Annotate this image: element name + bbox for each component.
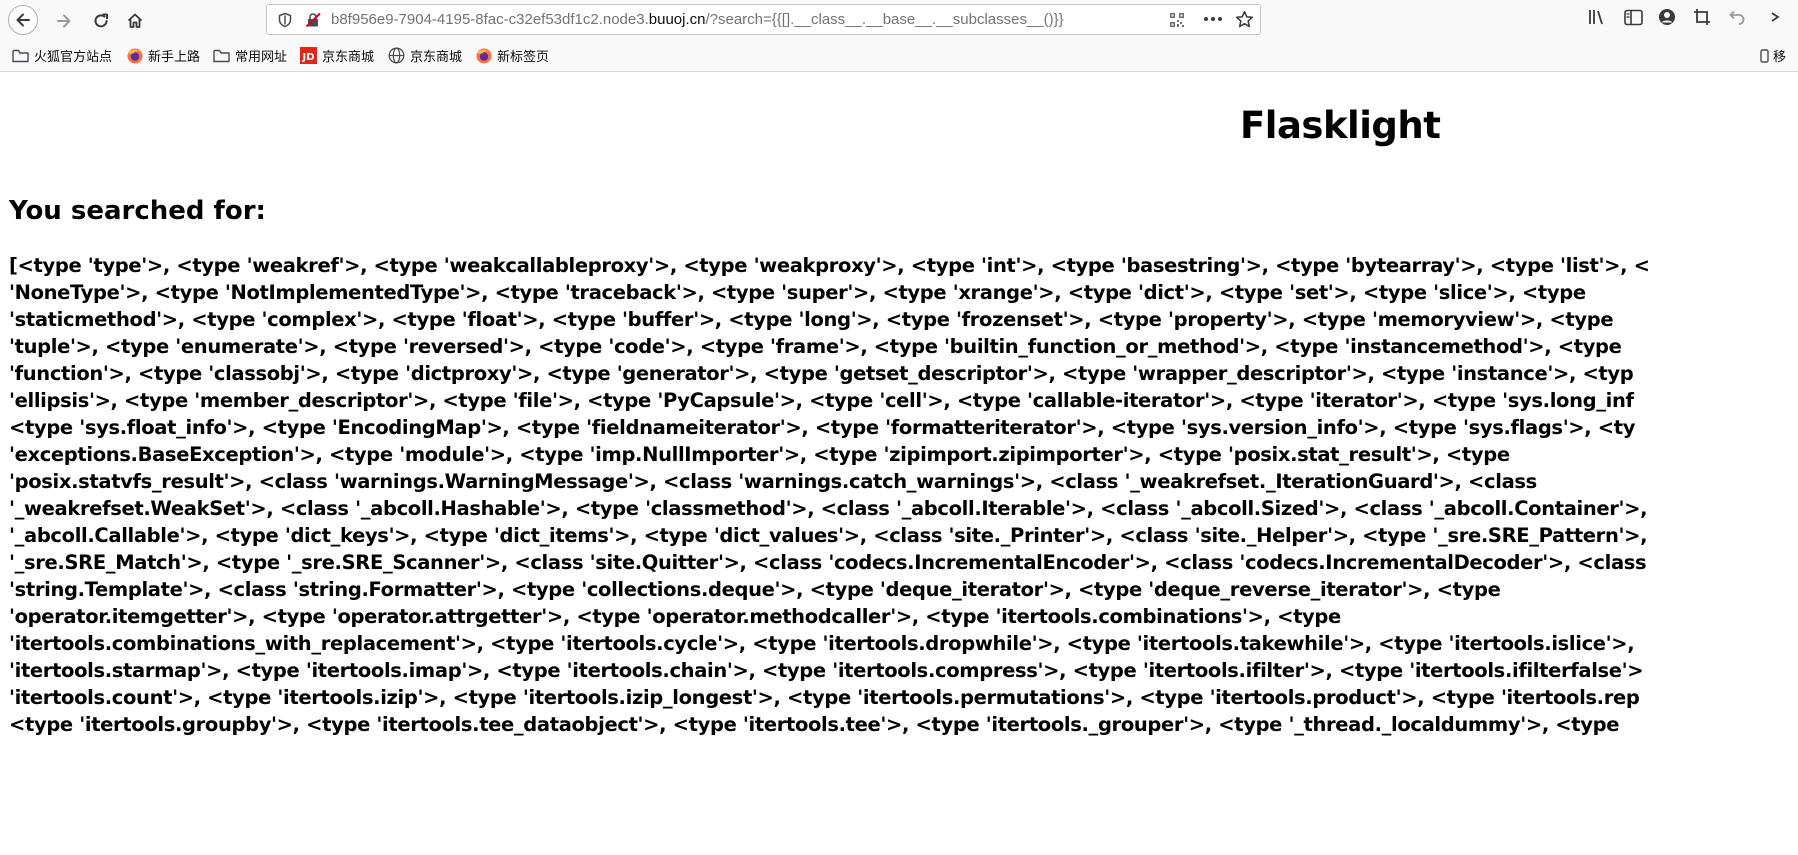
bookmark-item[interactable]: JD 京东商城	[300, 40, 374, 71]
bookmark-item[interactable]: 京东商城	[388, 40, 462, 71]
result-line: 'exceptions.BaseException'>, <type 'modu…	[9, 443, 1510, 466]
result-line: 'staticmethod'>, <type 'complex'>, <type…	[9, 308, 1614, 331]
star-icon[interactable]	[1235, 10, 1254, 33]
url-host: buuoj.cn	[648, 11, 706, 28]
screenshot-icon	[1693, 8, 1711, 30]
result-line: 'posix.statvfs_result'>, <class 'warning…	[9, 470, 1537, 493]
qr-code-icon[interactable]	[1169, 12, 1185, 32]
folder-icon	[213, 47, 230, 64]
search-results: [<type 'type'>, <type 'weakref'>, <type …	[9, 252, 1798, 855]
back-button[interactable]	[8, 5, 38, 35]
bookmark-item[interactable]: 新手上路	[126, 40, 200, 71]
reload-icon	[92, 12, 110, 30]
result-line: 'function'>, <type 'classobj'>, <type 'd…	[9, 362, 1634, 385]
bookmark-label: 新手上路	[148, 50, 201, 65]
bookmark-item[interactable]: 火狐官方站点	[12, 40, 112, 71]
result-line: '_weakrefset.WeakSet'>, <class '_abcoll.…	[9, 497, 1648, 520]
forward-arrow-icon	[55, 12, 73, 30]
folder-icon	[12, 47, 29, 64]
overflow-button[interactable]	[1765, 8, 1787, 30]
back-arrow-icon	[14, 11, 32, 29]
search-heading: You searched for:	[9, 196, 266, 226]
result-line: <type 'sys.float_info'>, <type 'Encoding…	[9, 416, 1636, 439]
result-line: 'NoneType'>, <type 'NotImplementedType'>…	[9, 281, 1586, 304]
undo-button[interactable]	[1726, 8, 1748, 30]
bookmark-label: 京东商城	[410, 50, 463, 65]
home-button[interactable]	[119, 5, 151, 37]
result-line: '_sre.SRE_Match'>, <type '_sre.SRE_Scann…	[9, 551, 1647, 574]
library-button[interactable]	[1587, 8, 1609, 30]
mobile-icon	[1760, 48, 1769, 63]
sidebar-button[interactable]	[1622, 8, 1644, 30]
bookmark-label: 京东商城	[322, 50, 375, 65]
bookmark-item[interactable]: 常用网址	[213, 40, 287, 71]
account-icon	[1658, 8, 1676, 30]
result-line: 'itertools.count'>, <type 'itertools.izi…	[9, 686, 1640, 709]
svg-text:JD: JD	[301, 52, 314, 63]
result-line: '_abcoll.Callable'>, <type 'dict_keys'>,…	[9, 524, 1648, 547]
browser-toolbar: b8f956e9-7904-4195-8fac-c32ef53df1c2.nod…	[0, 0, 1798, 40]
url-suffix: /?search={{[].__class__.__base__.__subcl…	[705, 11, 1064, 28]
bookmark-label: 常用网址	[235, 50, 288, 65]
forward-button[interactable]	[48, 5, 80, 37]
bookmark-label: 新标签页	[497, 50, 550, 65]
firefox-icon	[126, 47, 143, 64]
mobile-bookmarks-label: 移	[1773, 50, 1787, 65]
result-line: 'ellipsis'>, <type 'member_descriptor'>,…	[9, 389, 1634, 412]
page-title: Flasklight	[1240, 104, 1441, 147]
home-icon	[126, 12, 144, 30]
info-shield-icon[interactable]	[277, 12, 293, 32]
reload-button[interactable]	[85, 5, 117, 37]
bookmarks-toolbar: 火狐官方站点 新手上路 常用网址 JD 京东商城 京东商城 新标签页 移	[0, 40, 1798, 72]
result-line: 'itertools.starmap'>, <type 'itertools.i…	[9, 659, 1644, 682]
overflow-icon	[1769, 8, 1783, 30]
account-button[interactable]	[1656, 8, 1678, 30]
result-line: 'operator.itemgetter'>, <type 'operator.…	[9, 605, 1341, 628]
library-icon	[1588, 8, 1608, 30]
more-dots-icon[interactable]	[1203, 11, 1223, 31]
url-text[interactable]: b8f956e9-7904-4195-8fac-c32ef53df1c2.nod…	[331, 5, 1064, 34]
result-line: [<type 'type'>, <type 'weakref'>, <type …	[9, 254, 1650, 277]
result-line: 'tuple'>, <type 'enumerate'>, <type 'rev…	[9, 335, 1622, 358]
screenshot-button[interactable]	[1691, 8, 1713, 30]
mobile-bookmarks[interactable]: 移	[1760, 40, 1786, 71]
bookmark-item[interactable]: 新标签页	[475, 40, 549, 71]
address-bar[interactable]: b8f956e9-7904-4195-8fac-c32ef53df1c2.nod…	[266, 4, 1261, 35]
result-line: <type 'itertools.groupby'>, <type 'itert…	[9, 713, 1620, 736]
url-prefix: b8f956e9-7904-4195-8fac-c32ef53df1c2.nod…	[331, 11, 649, 28]
globe-icon	[388, 47, 405, 64]
result-line: 'string.Template'>, <class 'string.Forma…	[9, 578, 1501, 601]
jd-icon: JD	[300, 47, 317, 64]
result-line: 'itertools.combinations_with_replacement…	[9, 632, 1635, 655]
undo-icon	[1728, 8, 1746, 30]
sidebar-icon	[1623, 9, 1643, 30]
bookmark-label: 火狐官方站点	[34, 50, 113, 65]
insecure-lock-icon[interactable]	[305, 12, 322, 32]
firefox-icon	[475, 47, 492, 64]
